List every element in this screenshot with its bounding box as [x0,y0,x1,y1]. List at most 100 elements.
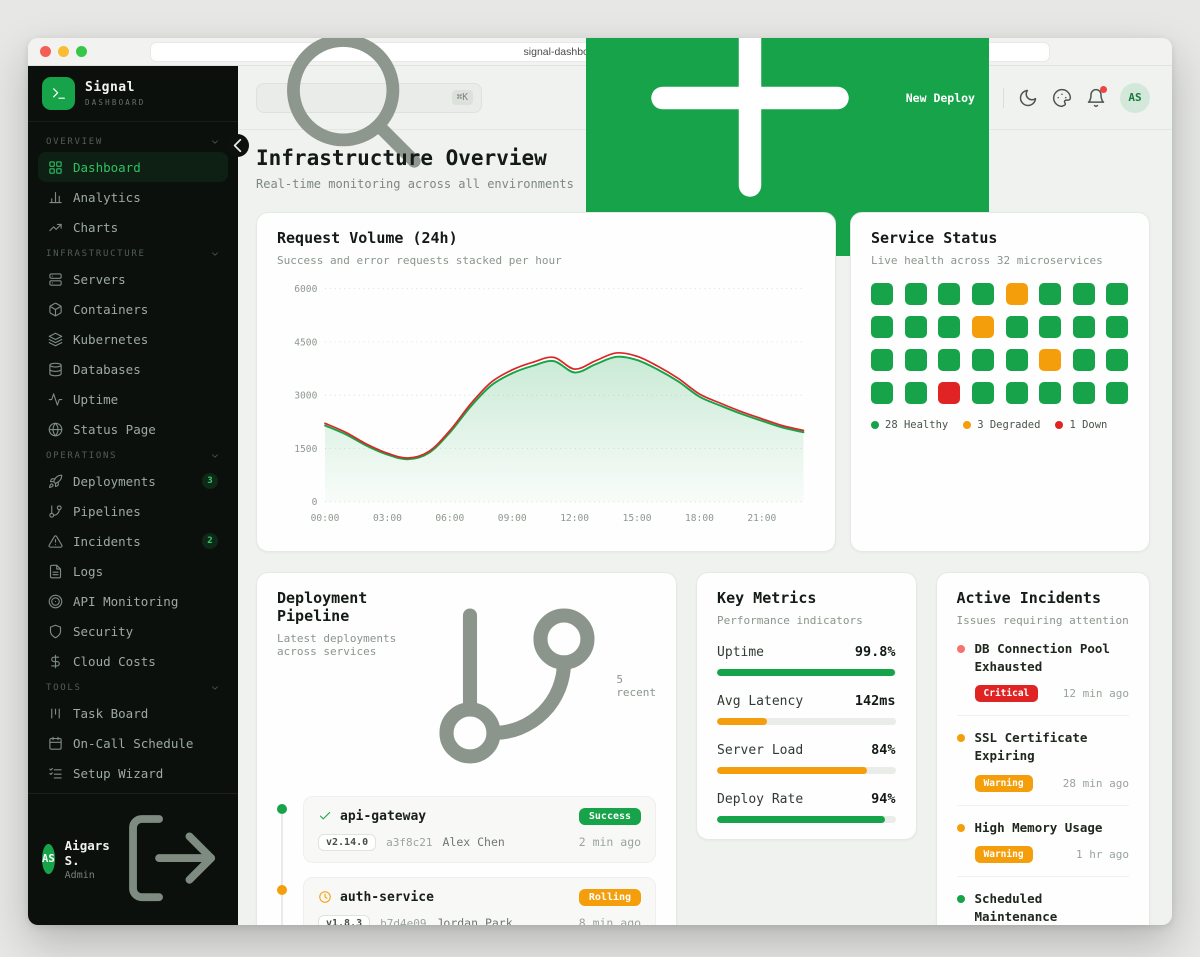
legend-item: 28 Healthy [871,419,948,431]
status-cell-healthy [1073,349,1095,371]
sidebar-item-charts[interactable]: Charts [38,212,228,242]
sidebar-item-databases[interactable]: Databases [38,354,228,384]
deployment-meta: v1.8.3b7d4e09Jordan Park8 min ago [318,915,641,925]
avatar[interactable]: AS [1120,83,1150,113]
sidebar-item-api-monitoring[interactable]: API Monitoring [38,586,228,616]
git-branch-icon [48,504,63,519]
palette-button[interactable] [1052,88,1072,108]
metric-server-load: Server Load84% [717,742,895,774]
sidebar-item-pipelines[interactable]: Pipelines [38,496,228,526]
section-label-text: INFRASTRUCTURE [46,249,146,259]
sidebar-item-security[interactable]: Security [38,616,228,646]
deployment-name: auth-service [340,890,434,905]
dashboard-icon [48,160,63,175]
sidebar-item-cloud-costs[interactable]: Cloud Costs [38,646,228,676]
sidebar-item-kubernetes[interactable]: Kubernetes [38,324,228,354]
close-window-button[interactable] [40,46,51,57]
calendar-icon [48,736,63,751]
theme-toggle-button[interactable] [1018,88,1038,108]
deploy-time: 2 min ago [579,835,641,849]
zoom-window-button[interactable] [76,46,87,57]
layers-icon [48,332,63,347]
sidebar-collapse-button[interactable] [226,134,249,157]
section-label-text: OVERVIEW [46,137,103,147]
svg-text:4500: 4500 [294,337,317,348]
metric-value: 84% [871,742,895,758]
incident-dot [957,824,965,832]
deployment-card: auth-serviceRolling v1.8.3b7d4e09Jordan P… [303,877,656,925]
sidebar-item-uptime[interactable]: Uptime [38,384,228,414]
dollar-icon [48,654,63,669]
chevron-left-icon [226,134,249,157]
legend-label: 28 Healthy [885,419,948,431]
sidebar-item-label: Containers [73,302,148,317]
metric-value: 142ms [855,693,896,709]
shield-icon [48,624,63,639]
incident-meta: Warning1 hr ago [975,846,1129,863]
user-role: Admin [65,870,110,881]
activity-icon [48,392,63,407]
commit-hash: a3f8c21 [386,836,432,849]
metric-avg-latency: Avg Latency142ms [717,693,895,725]
legend-label: 3 Degraded [977,419,1040,431]
sidebar-item-status-page[interactable]: Status Page [38,414,228,444]
progress-track [717,816,895,823]
search-shortcut: ⌘K [452,90,473,105]
sidebar-item-analytics[interactable]: Analytics [38,182,228,212]
card-title: Active Incidents [957,589,1129,607]
nav-section-label-tools: TOOLS [38,676,228,698]
browser-window: signal-dashboard-1de.pages.dev Signal DA… [28,38,1172,925]
sidebar-item-on-call-schedule[interactable]: On-Call Schedule [38,728,228,758]
deployment-row-top: auth-serviceRolling [318,889,641,906]
version-badge: v1.8.3 [318,915,370,925]
deployment-meta: v2.14.0a3f8c21Alex Chen2 min ago [318,834,641,851]
search-box[interactable]: ⌘K [256,83,482,113]
timeline-dot [277,804,287,814]
minimize-window-button[interactable] [58,46,69,57]
sidebar-item-label: API Monitoring [73,594,178,609]
status-cell-degraded [1039,349,1061,371]
sidebar-item-setup-wizard[interactable]: Setup Wizard [38,758,228,788]
legend-dot [871,421,879,429]
notifications-button[interactable] [1086,88,1106,108]
chevron-down-icon[interactable] [210,451,220,461]
status-cell-healthy [905,283,927,305]
metric-row: Uptime99.8% [717,644,895,660]
chevron-down-icon[interactable] [210,249,220,259]
sidebar-item-label: Uptime [73,392,118,407]
sidebar-item-servers[interactable]: Servers [38,264,228,294]
sidebar-item-incidents[interactable]: Incidents2 [38,526,228,556]
legend-label: 1 Down [1069,419,1107,431]
status-cell-healthy [871,382,893,404]
database-icon [48,362,63,377]
status-cell-healthy [871,349,893,371]
sidebar-item-dashboard[interactable]: Dashboard [38,152,228,182]
recent-count: 5 recent [423,592,656,780]
sidebar-item-label: Incidents [73,534,141,549]
nav-section-label-operations: OPERATIONS [38,444,228,466]
avatar[interactable]: AS [42,844,55,874]
status-cell-healthy [1073,316,1095,338]
progress-fill [717,816,885,823]
logout-button[interactable] [120,806,224,913]
status-cell-healthy [1006,382,1028,404]
status-cell-healthy [905,382,927,404]
status-cell-degraded [972,316,994,338]
sidebar-item-task-board[interactable]: Task Board [38,698,228,728]
sidebar-item-containers[interactable]: Containers [38,294,228,324]
sidebar-item-deployments[interactable]: Deployments3 [38,466,228,496]
incident-body: SSL Certificate ExpiringWarning28 min ag… [975,729,1129,791]
nav-section-label-infrastructure: INFRASTRUCTURE [38,242,228,264]
sidebar-item-logs[interactable]: Logs [38,556,228,586]
chevron-down-icon[interactable] [210,137,220,147]
incident-dot [957,895,965,903]
severity-badge: Warning [975,846,1033,863]
sidebar-item-label: Databases [73,362,141,377]
moon-icon [1018,88,1038,108]
sidebar-nav: OVERVIEW DashboardAnalyticsCharts INFRASTR… [28,122,238,793]
status-cell-healthy [1039,382,1061,404]
page-title: Infrastructure Overview [256,146,1150,170]
chevron-down-icon[interactable] [210,683,220,693]
user-name: Aigars S. [65,838,110,868]
status-cell-healthy [1039,283,1061,305]
